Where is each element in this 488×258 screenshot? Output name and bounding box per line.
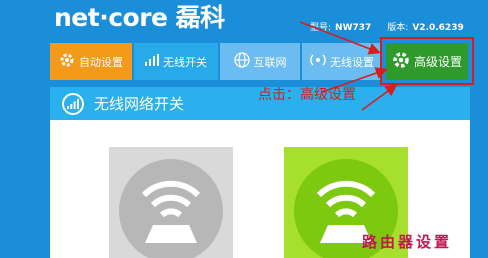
click-annotation: 点击：高级设置 (258, 87, 356, 103)
nav-wireless-switch[interactable]: 无线开关 (134, 43, 218, 80)
model-label: 型号: (310, 23, 332, 33)
wifi-off-tile[interactable] (109, 147, 233, 258)
version-info: 型号: NW737 版本: V2.0.6239 (310, 20, 480, 33)
nav-wireless-settings[interactable]: 无线设置 (302, 43, 382, 80)
version-label: 版本: (387, 23, 409, 33)
nav-internet-label: 互联网 (253, 55, 287, 69)
globe-icon (233, 52, 250, 71)
nav-internet[interactable]: 互联网 (220, 43, 300, 80)
section-title: 无线网络开关 (94, 95, 185, 113)
nav-auto-setup-label: 自动设置 (79, 55, 123, 69)
version-value: V2.0.6239 (412, 23, 464, 33)
advanced-settings-highlight (380, 37, 474, 85)
nav-auto-setup[interactable]: 自动设置 (50, 43, 132, 80)
signal-circle-icon (62, 92, 84, 115)
signal-bars-icon (145, 54, 159, 69)
header: net·core 磊科 型号: NW737 版本: V2.0.6239 (0, 0, 488, 38)
router-off-icon (141, 180, 201, 243)
netcore-logo: net·core 磊科 (54, 3, 225, 32)
gear-icon (59, 52, 75, 71)
model-value: NW737 (335, 23, 372, 33)
wireless-icon (310, 53, 326, 70)
watermark: 路由器设置 (362, 233, 453, 251)
nav-wireless-settings-label: 无线设置 (330, 55, 374, 69)
nav-wireless-switch-label: 无线开关 (163, 55, 207, 69)
